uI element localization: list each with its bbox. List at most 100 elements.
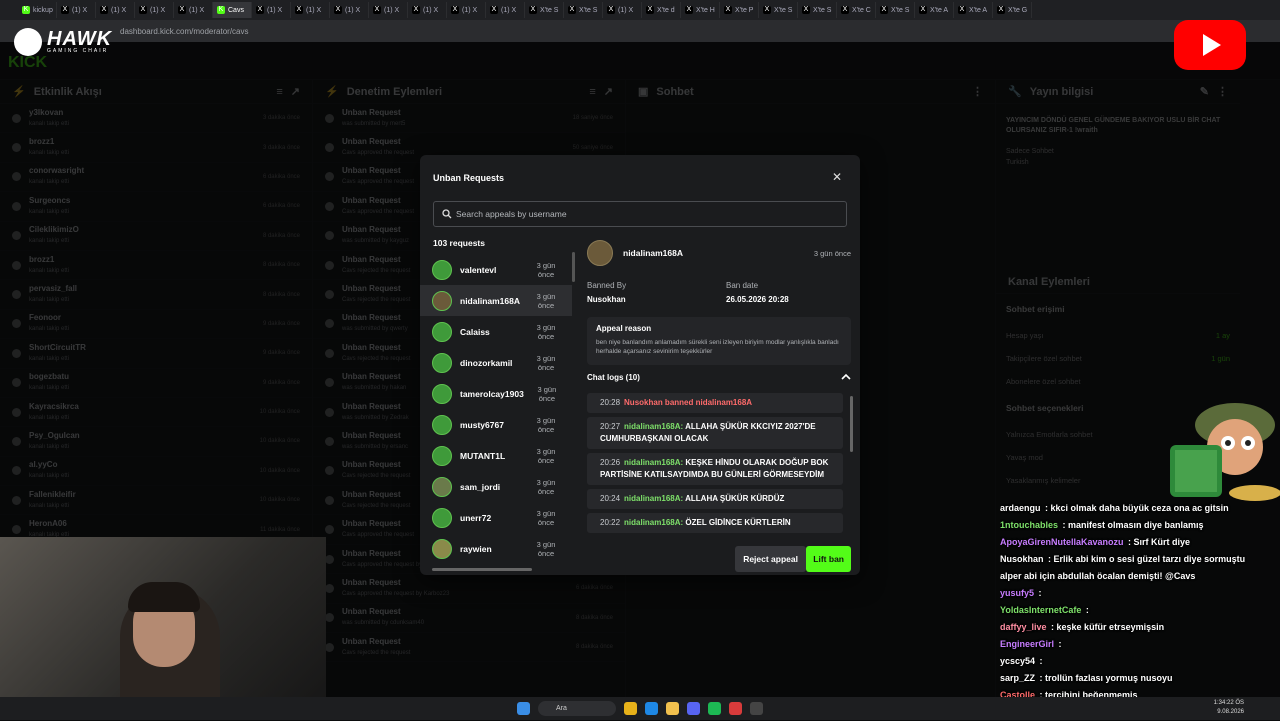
request-item[interactable]: 3 xyxy=(420,564,572,566)
browser-tab[interactable]: X X'te H xyxy=(681,2,720,18)
overlay-chat-message: ApoyaGirenNutellaKavanozu : Sırf Kürt di… xyxy=(1000,537,1191,547)
mascot-character-icon xyxy=(1170,403,1280,501)
avatar xyxy=(432,507,452,528)
request-item[interactable]: MUTANT1L 3 gün önce xyxy=(420,440,572,471)
browser-tab[interactable]: X (1) X xyxy=(603,2,642,18)
tab-favicon-icon: X xyxy=(139,6,147,14)
request-item[interactable]: dinozorkamil 3 gün önce xyxy=(420,347,572,378)
chat-username: ardaengu xyxy=(1000,503,1041,513)
request-item[interactable]: musty6767 3 gün önce xyxy=(420,409,572,440)
browser-tab[interactable]: X X'te P xyxy=(720,2,759,18)
lift-ban-button[interactable]: Lift ban xyxy=(806,546,851,572)
browser-tab[interactable]: X X'te d xyxy=(642,2,681,18)
detail-time: 3 gün önce xyxy=(813,249,851,258)
browser-tab[interactable]: X X'te G xyxy=(993,2,1032,18)
avatar xyxy=(432,476,452,497)
avatar xyxy=(432,383,452,404)
browser-tab[interactable]: X (1) X xyxy=(291,2,330,18)
request-item[interactable]: sam_jordi 3 gün önce xyxy=(420,471,572,502)
tab-label: (1) X xyxy=(618,6,634,14)
windows-start-icon[interactable] xyxy=(517,702,530,715)
app-icon[interactable] xyxy=(729,702,742,715)
browser-tab[interactable]: X (1) X xyxy=(486,2,525,18)
tab-favicon-icon: X xyxy=(568,6,576,14)
chrome-icon[interactable] xyxy=(624,702,637,715)
log-user: nidalinam168A: xyxy=(624,422,684,431)
taskbar-clock: 1:34:22 ÖS 9.08.2026 xyxy=(1214,699,1244,717)
chat-username: Nusokhan xyxy=(1000,554,1044,564)
browser-tab[interactable]: X X'te S xyxy=(525,2,564,18)
reject-appeal-button[interactable]: Reject appeal xyxy=(735,546,806,572)
appeal-reason-title: Appeal reason xyxy=(596,324,652,333)
list-scrollbar[interactable] xyxy=(572,252,575,282)
tab-favicon-icon: X xyxy=(958,6,966,14)
discord-icon[interactable] xyxy=(687,702,700,715)
tab-label: (1) X xyxy=(345,6,361,14)
browser-tab[interactable]: K Cavs xyxy=(213,2,252,18)
request-item[interactable]: valentevl 3 gün önce xyxy=(420,254,572,285)
browser-tab[interactable]: X (1) X xyxy=(174,2,213,18)
search-input[interactable] xyxy=(456,209,836,219)
request-item[interactable]: Calaiss 3 gün önce xyxy=(420,316,572,347)
browser-tab[interactable]: X X'te S xyxy=(564,2,603,18)
appeal-detail: nidalinam168A 3 gün önce Banned By Nusok… xyxy=(587,240,853,570)
explorer-icon[interactable] xyxy=(666,702,679,715)
browser-tab[interactable]: X (1) X xyxy=(408,2,447,18)
search-icon xyxy=(442,209,452,219)
browser-tab[interactable]: X X'te S xyxy=(798,2,837,18)
avatar xyxy=(432,321,452,342)
request-username: dinozorkamil xyxy=(460,357,513,368)
avatar xyxy=(587,240,613,266)
search-field[interactable] xyxy=(433,201,847,227)
browser-tab[interactable]: X (1) X xyxy=(135,2,174,18)
avatar xyxy=(432,259,452,280)
tab-favicon-icon: X xyxy=(724,6,732,14)
request-item[interactable]: nidalinam168A 3 gün önce xyxy=(420,285,572,316)
hawk-emblem-icon xyxy=(14,28,42,56)
tab-label: kickup xyxy=(33,6,53,14)
taskbar-search[interactable]: Ara xyxy=(538,701,616,716)
browser-tab[interactable]: X X'te S xyxy=(876,2,915,18)
browser-tab[interactable]: X X'te A xyxy=(954,2,993,18)
tab-favicon-icon: X xyxy=(646,6,654,14)
logo-tagline: GAMING CHAIR xyxy=(47,48,109,54)
request-item[interactable]: tamerolcay1903 3 gün önce xyxy=(420,378,572,409)
chat-username: 1ntouchables xyxy=(1000,520,1059,530)
tab-favicon-icon: K xyxy=(217,6,225,14)
tab-favicon-icon: X xyxy=(997,6,1005,14)
clock-date: 9.08.2026 xyxy=(1217,709,1244,715)
list-horizontal-scrollbar[interactable] xyxy=(432,568,532,571)
browser-tab[interactable]: X (1) X xyxy=(447,2,486,18)
browser-tab[interactable]: X (1) X xyxy=(369,2,408,18)
ban-date-label: Ban date xyxy=(726,281,759,290)
browser-tab[interactable]: X X'te C xyxy=(837,2,876,18)
tab-favicon-icon: X xyxy=(373,6,381,14)
request-item[interactable]: raywien 3 gün önce xyxy=(420,533,572,564)
edge-icon[interactable] xyxy=(645,702,658,715)
chat-logs-header[interactable]: Chat logs (10) xyxy=(587,373,851,382)
browser-tab[interactable]: X (1) X xyxy=(96,2,135,18)
detail-username: nidalinam168A xyxy=(623,248,683,258)
tab-label: (1) X xyxy=(423,6,439,14)
browser-tab[interactable]: X X'te S xyxy=(759,2,798,18)
tab-favicon-icon: X xyxy=(919,6,927,14)
detail-user: nidalinam168A xyxy=(587,240,683,266)
close-icon[interactable]: ✕ xyxy=(832,170,842,184)
browser-tab[interactable]: X X'te A xyxy=(915,2,954,18)
browser-tab[interactable]: X (1) X xyxy=(252,2,291,18)
tab-label: X'te S xyxy=(579,6,598,14)
streamer-webcam xyxy=(0,537,326,720)
modal-title: Unban Requests xyxy=(433,173,505,183)
address-bar[interactable]: dashboard.kick.com/moderator/cavs xyxy=(0,20,1280,42)
spotify-icon[interactable] xyxy=(708,702,721,715)
request-time: 3 gün önce xyxy=(536,446,556,465)
log-text: ALLAHA ŞÜKÜR KÜRDÜZ xyxy=(685,494,785,503)
logs-scrollbar[interactable] xyxy=(850,396,853,452)
browser-tab[interactable]: X (1) X xyxy=(57,2,96,18)
url-text[interactable]: dashboard.kick.com/moderator/cavs xyxy=(120,27,249,36)
request-item[interactable]: unerr72 3 gün önce xyxy=(420,502,572,533)
browser-tab[interactable]: X (1) X xyxy=(330,2,369,18)
obs-icon[interactable] xyxy=(750,702,763,715)
browser-tab[interactable]: Kkickup xyxy=(18,2,57,18)
chevron-up-icon[interactable] xyxy=(841,373,851,381)
